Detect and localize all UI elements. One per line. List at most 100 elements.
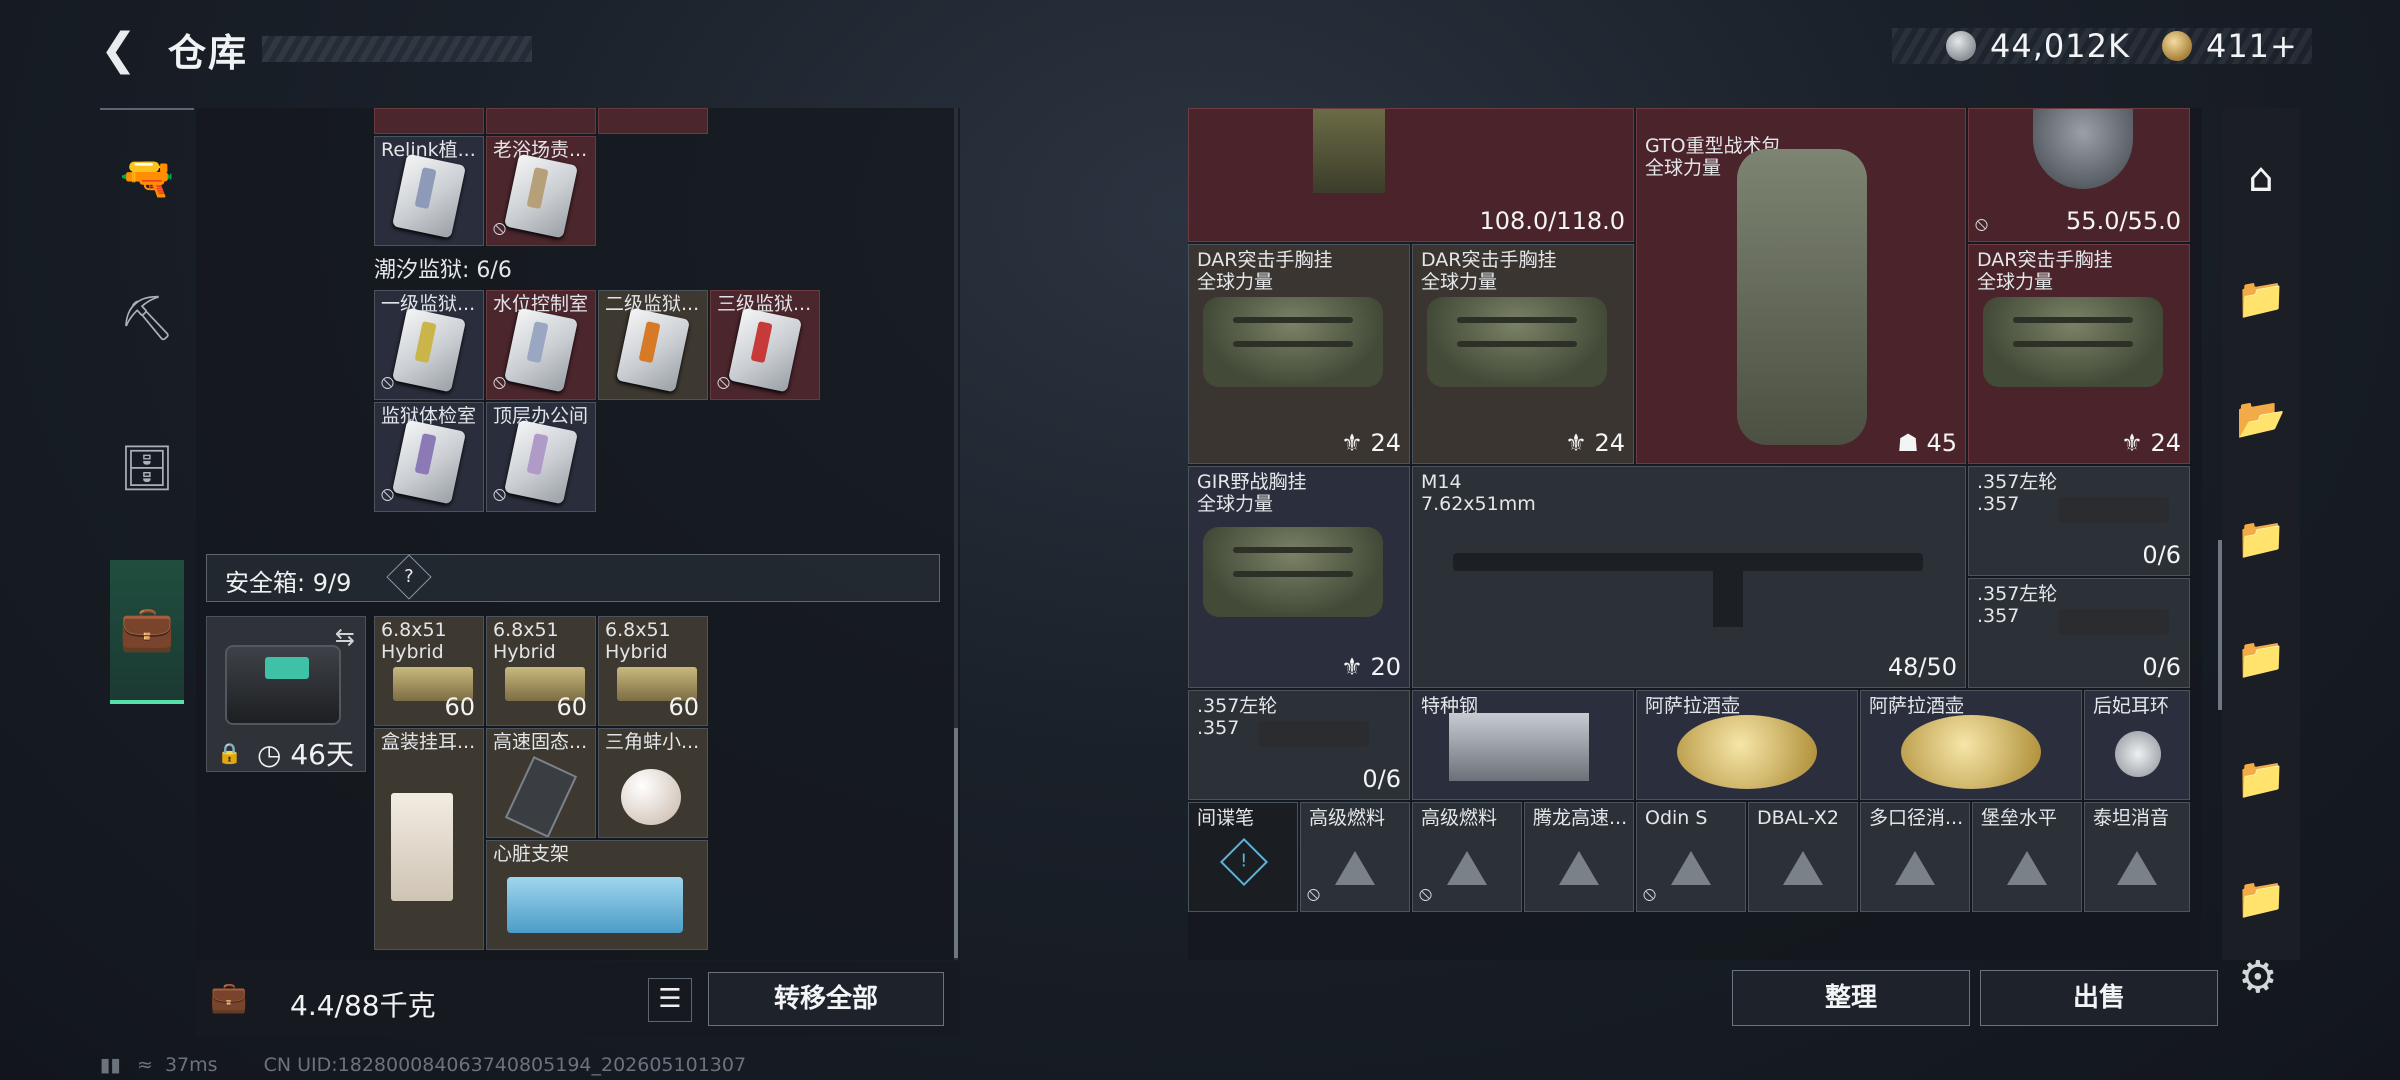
folder-plus-icon[interactable]: 📂: [2222, 358, 2300, 478]
keycard-item[interactable]: 三级监狱... ⦸: [710, 290, 820, 400]
wifi-icon: ≈: [136, 1054, 153, 1076]
keycard-icon: [503, 153, 579, 239]
unknown-item-icon: [1335, 851, 1375, 885]
house-icon[interactable]: ⌂: [2222, 118, 2300, 238]
fuel-item[interactable]: 高级燃料 ⦸: [1412, 802, 1522, 912]
unknown-item-icon: [1783, 851, 1823, 885]
steel-item[interactable]: 特种钢: [1412, 690, 1634, 800]
earring-item[interactable]: 后妃耳环: [2084, 690, 2190, 800]
attachment-item[interactable]: 腾龙高速...: [1524, 802, 1634, 912]
help-icon[interactable]: ?: [386, 554, 432, 600]
fuel-item[interactable]: 高级燃料 ⦸: [1300, 802, 1410, 912]
folder-up-icon[interactable]: 📁: [2222, 718, 2300, 838]
keycard-icon: [503, 419, 579, 505]
battery-icon: ▮▮: [100, 1054, 121, 1076]
rifle-item[interactable]: M14 7.62x51mm 48/50: [1412, 466, 1966, 688]
folder-iv-icon[interactable]: 📁: [2222, 238, 2300, 358]
ammo-item[interactable]: 6.8x51 Hybrid 60: [598, 616, 708, 726]
folder-search-icon[interactable]: 📁: [2222, 478, 2300, 598]
attachment-item[interactable]: 堡垒水平: [1972, 802, 2082, 912]
left-scroll-thumb[interactable]: [954, 728, 958, 958]
gold-amount[interactable]: 411+: [2206, 27, 2298, 65]
helmet-item[interactable]: ⦸ 55.0/55.0: [1968, 108, 2190, 242]
attachment-item[interactable]: 多口径消...: [1860, 802, 1970, 912]
stent-item[interactable]: 心脏支架: [486, 840, 708, 950]
backpack-icon[interactable]: 🗄: [100, 408, 194, 528]
keycard-icon: [391, 419, 467, 505]
unknown-item-icon: [1671, 851, 1711, 885]
ammo-item[interactable]: 6.8x51 Hybrid 60: [374, 616, 484, 726]
revolver-item[interactable]: .357左轮 .357 0/6: [1188, 690, 1410, 800]
left-inventory-panel[interactable]: Relink植... 老浴场责... ⦸ 潮汐监狱: 6/6 一级监狱... ⦸…: [196, 108, 960, 960]
keycard-icon: [503, 307, 579, 393]
weight-bag-icon: 💼: [210, 980, 248, 1015]
pistol-icon[interactable]: 🔫: [100, 118, 194, 238]
capacity-count: ⚜ 24: [2121, 429, 2181, 457]
folder-iv-2-icon[interactable]: 📁: [2222, 838, 2300, 958]
attachment-item[interactable]: Odin S ⦸: [1636, 802, 1746, 912]
folder-gear-icon[interactable]: 📁: [2222, 598, 2300, 718]
pearl-icon: [621, 769, 681, 825]
backpack-item[interactable]: 108.0/118.0: [1188, 108, 1634, 242]
capacity-count: ⚜ 24: [1341, 429, 1401, 457]
chest-rig-item[interactable]: GIR野战胸挂 全球力量 ⚜ 20: [1188, 466, 1410, 688]
attachment-item[interactable]: 泰坦消音: [2084, 802, 2190, 912]
sell-button[interactable]: 出售: [1980, 970, 2218, 1026]
safe-box-title: 安全箱: 9/9: [225, 569, 352, 597]
ssd-item[interactable]: 高速固态...: [486, 728, 596, 838]
list-icon[interactable]: ☰: [648, 978, 692, 1022]
keycard-icon: [727, 307, 803, 393]
chest-rig-item[interactable]: DAR突击手胸挂 全球力量 ⚜ 24: [1188, 244, 1410, 464]
unknown-item-icon: [2007, 851, 2047, 885]
briefcase-icon[interactable]: 💼: [100, 568, 194, 688]
sort-button[interactable]: 整理: [1732, 970, 1970, 1026]
keycard-item[interactable]: 水位控制室 ⦸: [486, 290, 596, 400]
no-insure-icon: ⦸: [381, 481, 395, 505]
uid-text: CN UID:182800084063740805194_20260510130…: [263, 1054, 747, 1076]
silver-amount: 44,012K: [1990, 27, 2130, 65]
gear-icon[interactable]: ⚙: [2238, 952, 2277, 1003]
right-inventory-panel[interactable]: 108.0/118.0 GTO重型战术包 全球力量 ☗ 45 ⦸ 55.0/55…: [1188, 108, 2202, 960]
safe-box-screen: [265, 657, 309, 679]
category-rail: 🔫 ⛏ 🗄 💼: [100, 108, 194, 708]
grid-cell[interactable]: [486, 108, 596, 134]
revolver-item[interactable]: .357左轮 .357 0/6: [1968, 578, 2190, 688]
armor-icon[interactable]: ⛏: [100, 258, 194, 378]
keycard-item[interactable]: 监狱体检室 ⦸: [374, 402, 484, 512]
keycard-item[interactable]: 一级监狱... ⦸: [374, 290, 484, 400]
flask-icon: [1677, 715, 1817, 789]
chest-rig-icon: [1203, 297, 1383, 387]
no-insure-icon: ⦸: [1975, 211, 1989, 235]
chest-rig-icon: [1203, 527, 1383, 617]
grid-cell[interactable]: [598, 108, 708, 134]
keycard-item[interactable]: 老浴场责... ⦸: [486, 136, 596, 246]
revolver-item[interactable]: .357左轮 .357 0/6: [1968, 466, 2190, 576]
keycard-item[interactable]: 二级监狱...: [598, 290, 708, 400]
keycard-icon: [615, 307, 691, 393]
grid-cell[interactable]: [374, 108, 484, 134]
safe-container[interactable]: ⇆ 🔒 ◷ 46天: [206, 616, 366, 772]
swap-icon[interactable]: ⇆: [335, 623, 355, 651]
chest-rig-item[interactable]: DAR突击手胸挂 全球力量 ⚜ 24: [1968, 244, 2190, 464]
no-insure-icon: ⦸: [493, 369, 507, 393]
keycard-item[interactable]: 顶层办公间 ⦸: [486, 402, 596, 512]
coffee-box-item[interactable]: 盒装挂耳...: [374, 728, 484, 950]
flask-item[interactable]: 阿萨拉酒壶: [1636, 690, 1858, 800]
keycard-item[interactable]: Relink植...: [374, 136, 484, 246]
steel-bar-icon: [1449, 713, 1589, 781]
rifle-icon: [1453, 553, 1923, 571]
ammo-item[interactable]: 6.8x51 Hybrid 60: [486, 616, 596, 726]
helmet-icon: [2033, 109, 2133, 189]
transfer-all-button[interactable]: 转移全部: [708, 972, 944, 1026]
heavy-backpack-item[interactable]: GTO重型战术包 全球力量 ☗ 45: [1636, 108, 1966, 464]
back-arrow-icon[interactable]: ❮: [100, 28, 144, 72]
safe-box-header: 安全箱: 9/9 ?: [206, 554, 940, 602]
ping-text: 37ms: [164, 1054, 218, 1076]
flask-item[interactable]: 阿萨拉酒壶: [1860, 690, 2082, 800]
spy-pen-item[interactable]: 间谍笔 !: [1188, 802, 1298, 912]
flask-icon: [1901, 715, 2041, 789]
heavy-backpack-icon: [1737, 149, 1867, 445]
pearl-item[interactable]: 三角蚌小...: [598, 728, 708, 838]
chest-rig-item[interactable]: DAR突击手胸挂 全球力量 ⚜ 24: [1412, 244, 1634, 464]
attachment-item[interactable]: DBAL-X2: [1748, 802, 1858, 912]
